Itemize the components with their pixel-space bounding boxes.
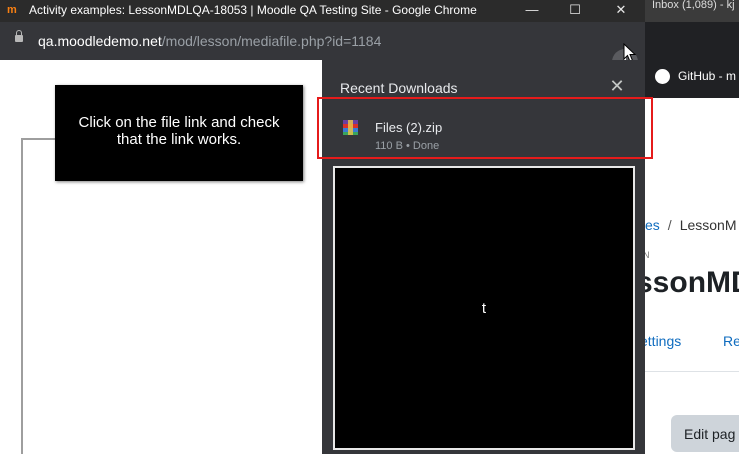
breadcrumb: es / LessonM <box>645 217 737 233</box>
callout-text: Click on the file link and check that th… <box>78 114 280 148</box>
downloads-title: Recent Downloads <box>340 80 458 96</box>
highlight-box <box>317 97 653 159</box>
callout-connector-vertical <box>21 138 23 454</box>
background-window-tab[interactable]: Inbox (1,089) - kj <box>645 0 739 22</box>
moodle-logo-icon: m <box>7 4 17 16</box>
callout-connector-horizontal <box>21 138 55 140</box>
background-window-title: Inbox (1,089) - kj <box>652 0 735 11</box>
tab-reports[interactable]: Re <box>723 333 739 349</box>
url-path: /mod/lesson/mediafile.php?id=1184 <box>161 33 382 49</box>
close-window-button[interactable]: ✕ <box>601 0 641 22</box>
edit-page-label: Edit pag <box>684 426 736 442</box>
url-host: qa.moodledemo.net <box>38 33 162 49</box>
edit-page-button[interactable]: Edit pag <box>671 415 739 452</box>
bookmark-label: GitHub - m <box>678 69 737 83</box>
minimize-button[interactable]: — <box>512 0 552 22</box>
page-title: ssonMD <box>636 266 739 299</box>
breadcrumb-current: LessonM <box>679 217 737 233</box>
window-titlebar: m Activity examples: LessonMDLQA-18053 |… <box>0 0 739 22</box>
github-icon <box>655 69 670 84</box>
background-window <box>645 22 739 98</box>
preview-text: t <box>481 300 487 317</box>
breadcrumb-link[interactable]: es <box>645 217 660 233</box>
address-bar[interactable]: qa.moodledemo.net/mod/lesson/mediafile.p… <box>0 22 645 77</box>
instruction-callout: Click on the file link and check that th… <box>55 85 303 181</box>
preview-box: t <box>333 166 635 450</box>
nav-divider <box>645 371 739 372</box>
close-icon[interactable]: ✕ <box>609 77 625 95</box>
lock-icon[interactable] <box>15 30 23 42</box>
tab-settings[interactable]: ettings <box>640 333 681 349</box>
url-field[interactable]: qa.moodledemo.net/mod/lesson/mediafile.p… <box>38 33 381 49</box>
maximize-button[interactable]: ☐ <box>555 0 595 22</box>
breadcrumb-separator: / <box>667 217 672 233</box>
window-title: Activity examples: LessonMDLQA-18053 | M… <box>29 3 477 17</box>
